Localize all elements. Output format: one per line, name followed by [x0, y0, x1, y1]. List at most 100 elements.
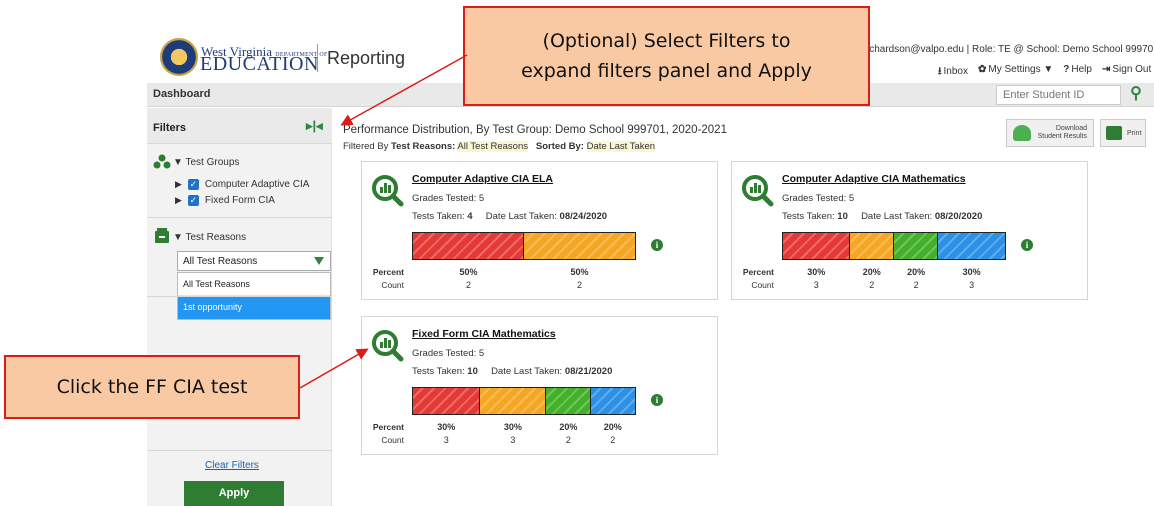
brand-main: EDUCATION: [200, 53, 319, 75]
count-value: 3: [443, 435, 449, 445]
test-title-link[interactable]: Computer Adaptive CIA ELA: [412, 173, 553, 185]
apply-button[interactable]: Apply: [184, 481, 284, 506]
magnifier-chart-icon: [372, 175, 404, 207]
test-card: Computer Adaptive CIA Mathematics Grades…: [731, 161, 1088, 300]
percent-value: 20%: [907, 267, 926, 277]
tests-taken-line: Tests Taken: 4 Date Last Taken: 08/24/20…: [412, 211, 608, 222]
inbox-link[interactable]: ⭳ Inbox: [938, 64, 968, 81]
percent-value: 20%: [603, 422, 622, 432]
gear-icon: ✿: [977, 64, 987, 75]
test-group-fixed-form[interactable]: ▶ ✓ Fixed Form CIA: [175, 195, 275, 206]
expand-icon[interactable]: ▶: [175, 195, 182, 206]
checkbox-checked-icon[interactable]: ✓: [187, 195, 199, 206]
performance-bar[interactable]: [412, 387, 636, 415]
reporting-page: West Virginia DEPARTMENT OF EDUCATION Re…: [0, 0, 1154, 506]
download-student-results-button[interactable]: Download Student Results: [1006, 119, 1094, 147]
performance-bar[interactable]: [412, 232, 636, 260]
bar-segment-orange[interactable]: [524, 233, 635, 259]
bar-segment-red[interactable]: [783, 233, 850, 259]
filtered-by-line: Filtered By Test Reasons: All Test Reaso…: [343, 141, 656, 152]
test-reasons-icon: [155, 228, 169, 243]
help-link[interactable]: ? Help: [1063, 64, 1092, 81]
count-value: 2: [913, 280, 919, 290]
tests-taken-line: Tests Taken: 10 Date Last Taken: 08/20/2…: [782, 211, 983, 222]
percent-value: 20%: [559, 422, 578, 432]
percent-value: 30%: [437, 422, 456, 432]
sign-out-link[interactable]: ⇥ Sign Out: [1102, 64, 1151, 81]
bar-segment-blue[interactable]: [938, 233, 1005, 259]
divider: [147, 450, 332, 451]
count-value: 2: [576, 280, 582, 290]
info-icon[interactable]: i: [651, 394, 663, 406]
test-groups-toggle[interactable]: ▼ Test Groups: [173, 157, 239, 168]
filters-title: Filters: [153, 122, 187, 134]
test-title-link[interactable]: Computer Adaptive CIA Mathematics: [782, 173, 966, 185]
percent-value: 30%: [503, 422, 522, 432]
performance-bar[interactable]: [782, 232, 1006, 260]
count-value: 3: [813, 280, 819, 290]
percent-value: 30%: [807, 267, 826, 277]
info-icon[interactable]: i: [1021, 239, 1033, 251]
count-row-label: Count: [381, 280, 404, 290]
printer-icon: [1106, 126, 1122, 140]
checkbox-checked-icon[interactable]: ✓: [187, 179, 199, 190]
dashboard-title[interactable]: Dashboard: [153, 88, 210, 100]
magnifier-chart-icon: [372, 330, 404, 362]
bar-segment-red[interactable]: [413, 233, 524, 259]
count-value: 2: [465, 280, 471, 290]
utility-links: ⭳ Inbox ✿ My Settings ▼ ? Help ⇥ Sign Out: [938, 64, 1151, 81]
percent-row-label: Percent: [742, 267, 774, 277]
my-settings-link[interactable]: ✿ My Settings ▼: [978, 64, 1053, 81]
magnifier-chart-icon: [742, 175, 774, 207]
percent-value: 20%: [862, 267, 881, 277]
test-reasons-select[interactable]: All Test Reasons: [177, 251, 331, 271]
user-info: evor.richardson@valpo.edu | Role: TE @ S…: [842, 44, 1154, 55]
test-reasons-toggle[interactable]: ▼ Test Reasons: [173, 232, 246, 243]
print-button[interactable]: Print: [1100, 119, 1146, 147]
test-group-computer-adaptive[interactable]: ▶ ✓ Computer Adaptive CIA: [175, 179, 309, 190]
percent-row-label: Percent: [372, 422, 404, 432]
option-1st-opportunity[interactable]: 1st opportunity: [178, 296, 330, 319]
bar-segment-orange[interactable]: [849, 233, 894, 259]
expand-icon[interactable]: ▶: [175, 179, 182, 190]
bar-segment-blue[interactable]: [590, 388, 635, 414]
test-title-link[interactable]: Fixed Form CIA Mathematics: [412, 328, 556, 340]
help-icon: ?: [1063, 64, 1070, 75]
bar-segment-green[interactable]: [546, 388, 591, 414]
state-seal-logo: [160, 38, 198, 76]
filters-header: Filters ▸|◂: [147, 108, 332, 144]
page-title: Performance Distribution, By Test Group:…: [343, 124, 727, 136]
option-all-test-reasons[interactable]: All Test Reasons: [178, 273, 330, 296]
grades-tested: Grades Tested: 5: [782, 193, 855, 204]
bar-segment-red[interactable]: [413, 388, 480, 414]
count-value: 2: [565, 435, 571, 445]
percent-row-label: Percent: [372, 267, 404, 277]
divider: [147, 217, 332, 218]
app-name: Reporting: [327, 48, 406, 68]
clear-filters-link[interactable]: Clear Filters: [205, 460, 259, 471]
grades-tested: Grades Tested: 5: [412, 348, 485, 359]
inbox-icon: ⭳: [938, 66, 942, 77]
info-icon[interactable]: i: [651, 239, 663, 251]
filters-panel: Filters ▸|◂ ▼ Test Groups ▶ ✓ Computer A…: [147, 108, 332, 506]
search-icon[interactable]: ⚲: [1125, 84, 1147, 106]
download-users-icon: [1013, 125, 1031, 141]
count-row-label: Count: [381, 435, 404, 445]
count-row-label: Count: [751, 280, 774, 290]
test-card: Fixed Form CIA Mathematics Grades Tested…: [361, 316, 718, 455]
divider: [147, 296, 332, 297]
bar-segment-green[interactable]: [893, 233, 939, 259]
sign-out-icon: ⇥: [1101, 64, 1111, 75]
count-value: 2: [869, 280, 875, 290]
callout-select-filters: (Optional) Select Filters to expand filt…: [463, 6, 870, 106]
dropdown-arrow-icon[interactable]: [314, 257, 324, 265]
grades-tested: Grades Tested: 5: [412, 193, 485, 204]
student-id-input[interactable]: [996, 85, 1121, 105]
test-card: Computer Adaptive CIA ELA Grades Tested:…: [361, 161, 718, 300]
count-value: 3: [510, 435, 516, 445]
count-value: 2: [610, 435, 616, 445]
callout-click-ff-cia: Click the FF CIA test: [4, 355, 300, 419]
bar-segment-orange[interactable]: [479, 388, 547, 414]
collapse-panel-icon[interactable]: ▸|◂: [306, 118, 323, 134]
percent-value: 30%: [962, 267, 981, 277]
